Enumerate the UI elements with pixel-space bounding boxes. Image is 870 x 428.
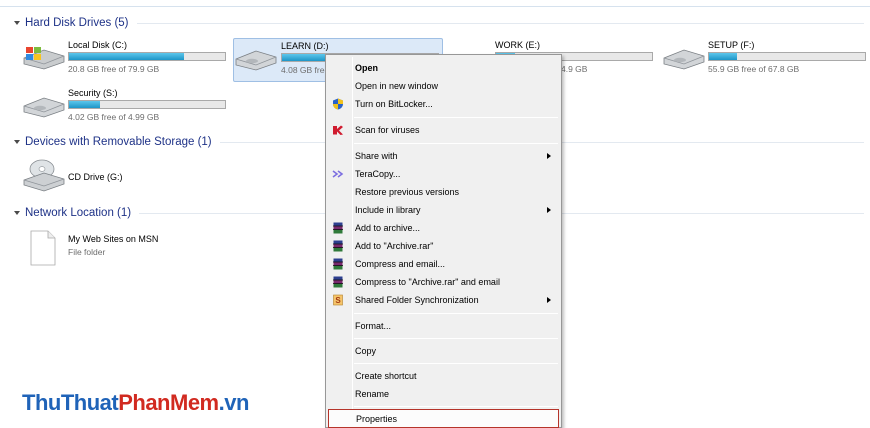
hard-drive-icon xyxy=(235,50,277,71)
drive-free-space: 55.9 GB free of 67.8 GB xyxy=(708,64,800,74)
drive-name: Local Disk (C:) xyxy=(68,40,128,50)
watermark-part-1: ThuThuat xyxy=(22,390,119,415)
watermark-logo: ThuThuatPhanMem.vn xyxy=(22,390,249,416)
menu-item-label: Open xyxy=(355,63,379,73)
group-header-hard-disk-drives[interactable]: Hard Disk Drives (5) xyxy=(14,16,864,30)
menu-item-include-in-library[interactable]: Include in library xyxy=(328,201,559,219)
menu-item-open[interactable]: Open xyxy=(328,59,559,77)
menu-item-add-to-archive[interactable]: Add to archive... xyxy=(328,219,559,237)
drive-name: SETUP (F:) xyxy=(708,40,755,50)
menu-item-teracopy[interactable]: TeraCopy... xyxy=(328,165,559,183)
top-divider xyxy=(0,6,870,7)
winrar-icon xyxy=(333,276,343,288)
menu-item-label: Add to "Archive.rar" xyxy=(355,241,434,251)
watermark-part-2: PhanMem xyxy=(118,390,219,415)
drive-usage-fill xyxy=(69,53,185,60)
menu-separator xyxy=(354,338,558,339)
menu-item-label: Add to archive... xyxy=(355,223,421,233)
group-divider xyxy=(136,22,864,24)
menu-item-label: Properties xyxy=(356,414,398,424)
submenu-arrow-icon xyxy=(547,207,551,213)
menu-separator xyxy=(354,117,558,118)
drive-cd-g[interactable]: CD Drive (G:) xyxy=(22,158,222,194)
menu-item-compress-and-email[interactable]: Compress and email... xyxy=(328,255,559,273)
watermark-part-3: .vn xyxy=(218,390,250,415)
kaspersky-icon xyxy=(333,125,343,135)
menu-item-label: Open in new window xyxy=(355,81,439,91)
drive-free-space: 20.8 GB free of 79.9 GB xyxy=(68,64,160,74)
menu-item-label: Shared Folder Synchronization xyxy=(355,295,479,305)
drive-usage-fill xyxy=(709,53,738,60)
svg-text:S: S xyxy=(335,296,341,305)
drive-name: CD Drive (G:) xyxy=(68,172,123,182)
drive-local-disk-c[interactable]: Local Disk (C:) 20.8 GB free of 79.9 GB xyxy=(22,38,232,82)
menu-item-copy[interactable]: Copy xyxy=(328,342,559,360)
menu-item-label: Format... xyxy=(355,321,392,331)
drive-usage-bar xyxy=(68,52,226,61)
menu-item-label: TeraCopy... xyxy=(355,169,401,179)
drive-setup-f[interactable]: SETUP (F:) 55.9 GB free of 67.8 GB xyxy=(662,38,867,82)
menu-item-label: Compress to "Archive.rar" and email xyxy=(355,277,500,287)
menu-item-label: Compress and email... xyxy=(355,259,446,269)
hard-drive-icon xyxy=(23,97,65,118)
drive-name: Security (S:) xyxy=(68,88,118,98)
menu-item-properties[interactable]: Properties xyxy=(328,409,559,428)
menu-item-open-new-window[interactable]: Open in new window xyxy=(328,77,559,95)
drive-name: WORK (E:) xyxy=(495,40,540,50)
menu-item-share-with[interactable]: Share with xyxy=(328,147,559,165)
menu-item-label: Share with xyxy=(355,151,398,161)
menu-item-label: Copy xyxy=(355,346,377,356)
network-item-name: My Web Sites on MSN xyxy=(68,234,159,244)
context-menu: Open Open in new window Turn on BitLocke… xyxy=(325,54,562,428)
drive-security-s[interactable]: Security (S:) 4.02 GB free of 4.99 GB xyxy=(22,86,232,130)
drive-usage-bar xyxy=(708,52,866,61)
document-icon xyxy=(30,230,56,266)
collapse-icon[interactable] xyxy=(14,211,20,215)
collapse-icon[interactable] xyxy=(14,21,20,25)
menu-item-label: Restore previous versions xyxy=(355,187,460,197)
menu-item-create-shortcut[interactable]: Create shortcut xyxy=(328,367,559,385)
menu-item-label: Create shortcut xyxy=(355,371,417,381)
hard-drive-windows-icon xyxy=(23,47,65,70)
drive-name: LEARN (D:) xyxy=(281,41,329,51)
menu-item-label: Include in library xyxy=(355,205,421,215)
menu-item-rename[interactable]: Rename xyxy=(328,385,559,403)
menu-separator xyxy=(354,143,558,144)
drive-usage-fill xyxy=(69,101,101,108)
shield-icon xyxy=(333,98,343,110)
menu-item-format[interactable]: Format... xyxy=(328,317,559,335)
network-item-type: File folder xyxy=(68,247,106,257)
winrar-icon xyxy=(333,240,343,252)
drive-usage-bar xyxy=(68,100,226,109)
drive-free-space: 4.9 GB xyxy=(561,64,588,74)
group-label: Devices with Removable Storage (1) xyxy=(25,136,212,148)
group-label: Network Location (1) xyxy=(25,207,132,219)
sync-folder-icon: S xyxy=(333,294,343,306)
winrar-icon xyxy=(333,258,343,270)
menu-item-label: Turn on BitLocker... xyxy=(355,99,433,109)
submenu-arrow-icon xyxy=(547,153,551,159)
hard-drive-icon xyxy=(663,49,705,70)
menu-item-add-to-archive-rar[interactable]: Add to "Archive.rar" xyxy=(328,237,559,255)
menu-item-scan-for-viruses[interactable]: Scan for viruses xyxy=(328,121,559,139)
network-location-item[interactable]: My Web Sites on MSN File folder xyxy=(30,230,230,270)
menu-item-restore-previous-versions[interactable]: Restore previous versions xyxy=(328,183,559,201)
menu-item-compress-to-archive-rar-and-email[interactable]: Compress to "Archive.rar" and email xyxy=(328,273,559,291)
menu-item-shared-folder-synchronization[interactable]: S Shared Folder Synchronization xyxy=(328,291,559,309)
menu-separator xyxy=(354,406,558,407)
winrar-icon xyxy=(333,222,343,234)
drive-free-space: 4.02 GB free of 4.99 GB xyxy=(68,112,160,122)
cd-drive-icon xyxy=(23,159,65,192)
menu-separator xyxy=(354,313,558,314)
menu-item-bitlocker[interactable]: Turn on BitLocker... xyxy=(328,95,559,113)
teracopy-icon xyxy=(332,170,344,178)
group-label: Hard Disk Drives (5) xyxy=(25,17,129,29)
submenu-arrow-icon xyxy=(547,297,551,303)
menu-separator xyxy=(354,363,558,364)
drive-free-space: 4.08 GB free xyxy=(281,65,330,75)
menu-item-label: Rename xyxy=(355,389,390,399)
collapse-icon[interactable] xyxy=(14,140,20,144)
menu-item-label: Scan for viruses xyxy=(355,125,420,135)
